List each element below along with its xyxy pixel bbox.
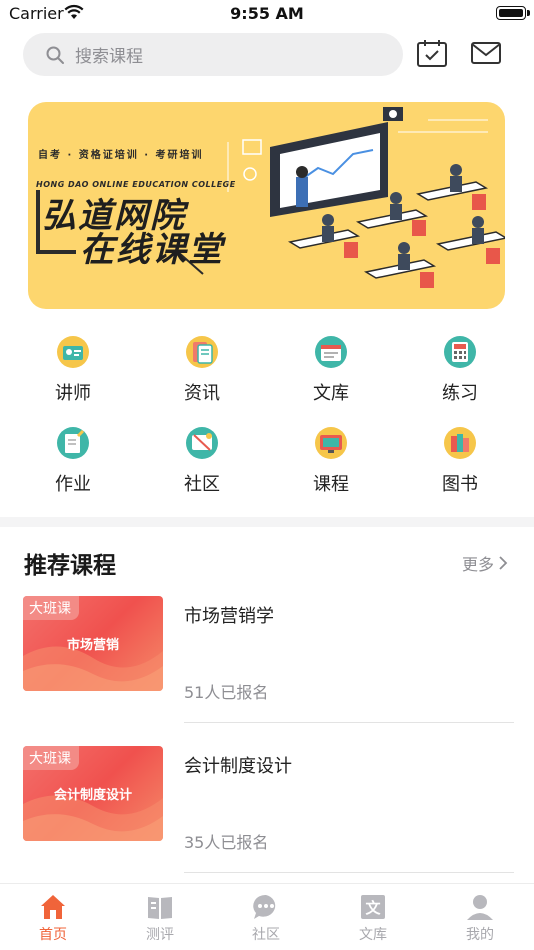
document-icon: 文 bbox=[361, 895, 385, 919]
tab-label: 我的 bbox=[466, 927, 494, 943]
course-tag: 大班课 bbox=[23, 746, 79, 770]
status-bar: Carrier 9:55 AM bbox=[0, 0, 534, 28]
tab-assessment[interactable]: 测评 bbox=[120, 892, 200, 944]
grid-item-practice[interactable]: 练习 bbox=[400, 335, 520, 405]
assessment-icon bbox=[148, 897, 172, 919]
course-icon bbox=[315, 427, 347, 459]
tab-community[interactable]: 社区 bbox=[226, 892, 306, 944]
enrollment-count: 51人已报名 bbox=[184, 683, 269, 702]
grid-label: 练习 bbox=[442, 383, 478, 404]
section-divider bbox=[0, 517, 534, 527]
library-icon bbox=[315, 336, 347, 368]
grid-item-news[interactable]: 资讯 bbox=[142, 335, 262, 405]
grid-label: 作业 bbox=[55, 474, 91, 495]
row-divider bbox=[184, 872, 514, 873]
grid-item-teacher[interactable]: 讲师 bbox=[13, 335, 133, 405]
tab-profile[interactable]: 我的 bbox=[440, 892, 520, 944]
tab-home[interactable]: 首页 bbox=[13, 892, 93, 944]
search-placeholder: 搜索课程 bbox=[75, 47, 143, 67]
status-time: 9:55 AM bbox=[230, 4, 304, 23]
banner-tagline: 自考 · 资格证培训 · 考研培训 bbox=[38, 150, 204, 161]
tab-label: 测评 bbox=[146, 927, 174, 943]
grid-label: 图书 bbox=[442, 474, 478, 495]
more-label: 更多 bbox=[461, 555, 494, 574]
calendar-check-icon[interactable] bbox=[416, 38, 448, 68]
course-item[interactable]: 大班课 市场营销 市场营销学 51人已报名 bbox=[0, 596, 534, 726]
mail-icon[interactable] bbox=[470, 38, 502, 68]
tab-label: 文库 bbox=[359, 927, 387, 943]
course-thumb-title: 市场营销 bbox=[66, 638, 119, 653]
grid-label: 文库 bbox=[313, 383, 349, 404]
grid-label: 社区 bbox=[184, 474, 220, 495]
grid-label: 讲师 bbox=[55, 383, 91, 404]
tab-library[interactable]: 文 文库 bbox=[333, 892, 413, 944]
promo-banner[interactable]: 自考 · 资格证培训 · 考研培训 HONG DAO ONLINE EDUCAT… bbox=[28, 102, 505, 309]
tab-bar: 首页 测评 社区 文 文库 我的 bbox=[0, 883, 534, 950]
grid-item-books[interactable]: 图书 bbox=[400, 426, 520, 496]
tab-label: 社区 bbox=[252, 927, 280, 943]
course-thumb-title: 会计制度设计 bbox=[53, 788, 132, 803]
tab-label: 首页 bbox=[39, 927, 67, 943]
chat-icon bbox=[253, 894, 276, 919]
banner-title-line2: 在线课堂 bbox=[80, 230, 224, 270]
chevron-right-icon bbox=[499, 556, 508, 570]
grid-item-homework[interactable]: 作业 bbox=[13, 426, 133, 496]
search-icon bbox=[46, 46, 64, 64]
profile-icon bbox=[467, 895, 493, 920]
course-thumbnail: 大班课 会计制度设计 bbox=[23, 746, 163, 841]
books-icon bbox=[444, 427, 476, 459]
course-item[interactable]: 大班课 会计制度设计 会计制度设计 35人已报名 bbox=[0, 746, 534, 876]
battery-icon bbox=[496, 6, 530, 20]
practice-icon bbox=[444, 336, 476, 368]
course-tag: 大班课 bbox=[23, 596, 79, 620]
homework-icon bbox=[57, 427, 89, 459]
search-input[interactable]: 搜索课程 bbox=[23, 33, 403, 76]
community-icon bbox=[186, 427, 218, 459]
more-link[interactable]: 更多 bbox=[462, 551, 508, 575]
news-icon bbox=[186, 336, 218, 368]
course-title: 会计制度设计 bbox=[184, 756, 292, 777]
section-title: 推荐课程 bbox=[24, 553, 116, 579]
grid-label: 资讯 bbox=[184, 383, 220, 404]
row-divider bbox=[184, 722, 514, 723]
course-thumbnail: 大班课 市场营销 bbox=[23, 596, 163, 691]
teacher-icon bbox=[57, 336, 89, 368]
home-icon bbox=[41, 895, 65, 919]
grid-label: 课程 bbox=[313, 474, 349, 495]
grid-item-community[interactable]: 社区 bbox=[142, 426, 262, 496]
enrollment-count: 35人已报名 bbox=[184, 833, 269, 852]
grid-item-library[interactable]: 文库 bbox=[271, 335, 391, 405]
grid-item-course[interactable]: 课程 bbox=[271, 426, 391, 496]
svg-text:文: 文 bbox=[365, 899, 381, 917]
course-title: 市场营销学 bbox=[184, 606, 274, 627]
